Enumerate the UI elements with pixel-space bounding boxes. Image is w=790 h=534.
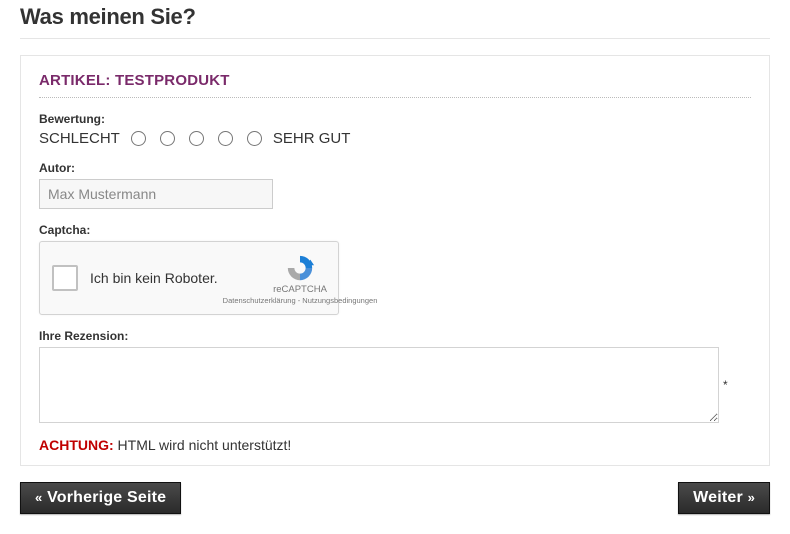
recaptcha-privacy-link[interactable]: Datenschutzerklärung [223, 296, 296, 305]
rating-field: Bewertung: SCHLECHT SEHR GUT [39, 112, 751, 147]
button-row: « Vorherige Seite Weiter » [20, 482, 770, 514]
next-label: Weiter [693, 489, 743, 506]
recaptcha-icon [285, 253, 315, 283]
author-field: Autor: [39, 161, 751, 209]
review-label: Ihre Rezension: [39, 329, 751, 343]
rating-radio-2[interactable] [160, 131, 175, 146]
rating-radio-3[interactable] [189, 131, 204, 146]
rating-label: Bewertung: [39, 112, 751, 126]
review-field: Ihre Rezension: * [39, 329, 751, 423]
captcha-field: Captcha: Ich bin kein Roboter. reCAPTCHA [39, 223, 751, 315]
rating-radio-1[interactable] [131, 131, 146, 146]
next-button[interactable]: Weiter » [678, 482, 770, 514]
review-form-card: ARTIKEL: TESTPRODUKT Bewertung: SCHLECHT… [20, 55, 770, 466]
rating-radio-5[interactable] [247, 131, 262, 146]
rating-row: SCHLECHT SEHR GUT [39, 130, 751, 147]
author-input[interactable] [39, 179, 273, 209]
captcha-label: Captcha: [39, 223, 751, 237]
recaptcha-text: Ich bin kein Roboter. [90, 270, 218, 286]
chevron-right-icon: » [748, 490, 755, 505]
review-textarea[interactable] [39, 347, 719, 423]
recaptcha-brand: reCAPTCHA [273, 284, 327, 295]
warning-row: ACHTUNG: HTML wird nicht unterstützt! [39, 437, 751, 453]
warning-text: HTML wird nicht unterstützt! [114, 437, 292, 453]
page-title: Was meinen Sie? [20, 0, 770, 39]
chevron-left-icon: « [35, 490, 42, 505]
prev-page-button[interactable]: « Vorherige Seite [20, 482, 181, 514]
article-heading: ARTIKEL: TESTPRODUKT [39, 72, 751, 98]
warning-label: ACHTUNG: [39, 437, 114, 453]
prev-page-label: Vorherige Seite [47, 489, 166, 506]
recaptcha-terms-link[interactable]: Nutzungsbedingungen [302, 296, 377, 305]
rating-low-text: SCHLECHT [39, 130, 120, 147]
recaptcha-checkbox[interactable] [52, 265, 78, 291]
rating-radio-4[interactable] [218, 131, 233, 146]
required-mark: * [723, 378, 728, 392]
recaptcha-widget: Ich bin kein Roboter. reCAPTCHA Datensch… [39, 241, 339, 315]
author-label: Autor: [39, 161, 751, 175]
recaptcha-links: Datenschutzerklärung - Nutzungsbedingung… [223, 296, 378, 305]
rating-high-text: SEHR GUT [273, 130, 351, 147]
